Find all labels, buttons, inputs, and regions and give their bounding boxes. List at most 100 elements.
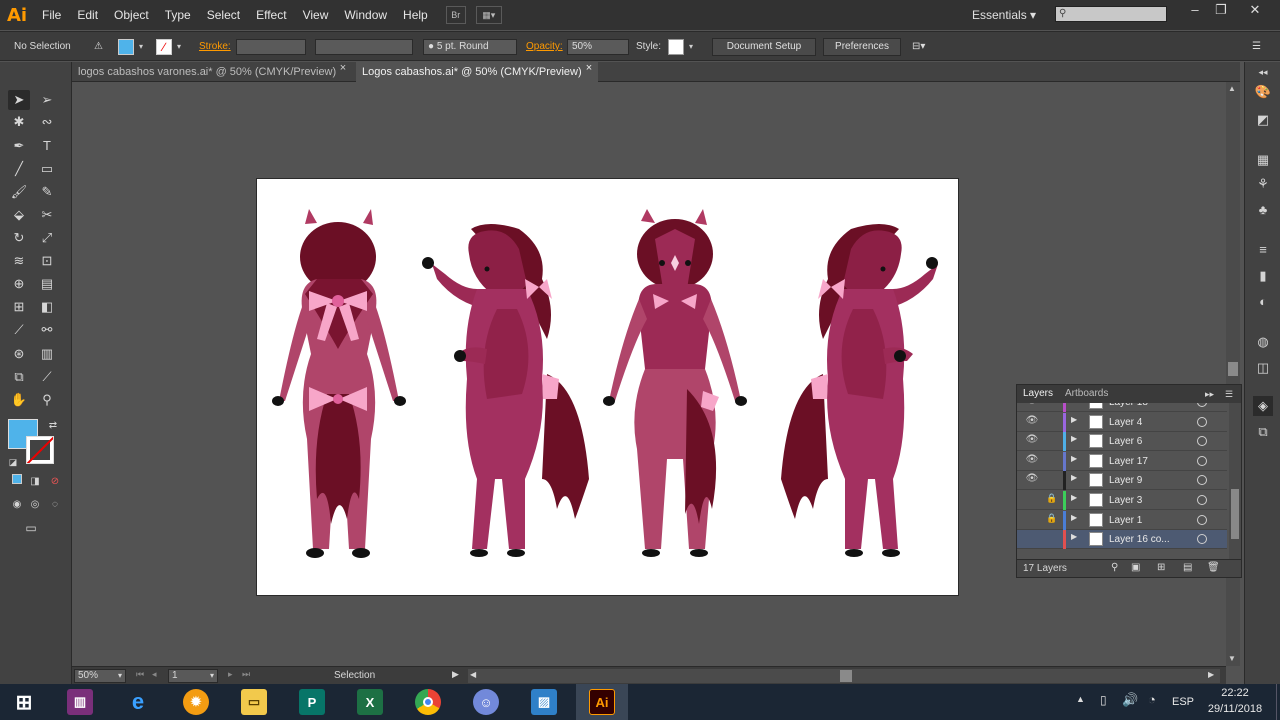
opacity-field[interactable]: 50% bbox=[567, 39, 629, 55]
clock-time[interactable]: 22:22 bbox=[1210, 687, 1260, 699]
document-setup-button[interactable]: Document Setup bbox=[712, 38, 816, 56]
lasso-tool-icon[interactable]: ∾ bbox=[36, 112, 58, 132]
menu-effect[interactable]: Effect bbox=[248, 0, 294, 30]
variable-width-field[interactable] bbox=[315, 39, 413, 55]
clock-date[interactable]: 29/11/2018 bbox=[1202, 703, 1268, 715]
mesh-tool-icon[interactable]: ⊞ bbox=[8, 297, 30, 317]
layer-row[interactable]: ▶ Layer 16 co... bbox=[1017, 530, 1227, 550]
expand-arrow-icon[interactable]: ▶ bbox=[1071, 473, 1081, 482]
close-tab-icon[interactable]: × bbox=[582, 62, 596, 74]
zoom-field[interactable]: 50% ▾ bbox=[74, 669, 126, 683]
taskbar-settings-app[interactable]: ✹ bbox=[170, 684, 222, 720]
fill-swatch[interactable] bbox=[118, 39, 134, 55]
expand-arrow-icon[interactable]: ▶ bbox=[1071, 434, 1081, 443]
make-clipping-mask-icon[interactable]: ▣ bbox=[1131, 562, 1140, 573]
pencil-tool-icon[interactable]: ✎ bbox=[36, 182, 58, 202]
line-tool-icon[interactable]: ╱ bbox=[8, 159, 30, 179]
scale-tool-icon[interactable]: ⤢ bbox=[36, 228, 58, 248]
rotate-tool-icon[interactable]: ↻ bbox=[8, 228, 30, 248]
graphic-styles-panel-icon[interactable]: ◫ bbox=[1253, 358, 1273, 378]
menu-type[interactable]: Type bbox=[157, 0, 199, 30]
collapse-panels-icon[interactable]: ◂◂ bbox=[1253, 62, 1273, 82]
artboard[interactable] bbox=[256, 178, 959, 596]
scroll-right-icon[interactable]: ▶ bbox=[1208, 670, 1214, 679]
layer-row[interactable]: 👁 ▶ Layer 9 bbox=[1017, 471, 1227, 491]
type-tool-icon[interactable]: T bbox=[36, 136, 58, 156]
expand-arrow-icon[interactable]: ▶ bbox=[1071, 532, 1081, 541]
close-icon[interactable]: ✕ bbox=[1240, 0, 1270, 20]
search-input[interactable]: ⚲ bbox=[1055, 6, 1167, 22]
expand-arrow-icon[interactable]: ▶ bbox=[1071, 493, 1081, 502]
transparency-panel-icon[interactable]: ◐ bbox=[1253, 292, 1273, 312]
free-transform-tool-icon[interactable]: ⊡ bbox=[36, 251, 58, 271]
target-circle-icon[interactable] bbox=[1197, 403, 1207, 407]
horizontal-scrollbar[interactable]: ◀ ▶ bbox=[468, 669, 1220, 683]
target-circle-icon[interactable] bbox=[1197, 475, 1207, 486]
workspace-switcher[interactable]: Essentials ▾ bbox=[972, 0, 1036, 30]
layer-row[interactable]: 👁 ▶ Layer 18 bbox=[1017, 403, 1227, 412]
stroke-panel-icon[interactable]: ≡ bbox=[1253, 240, 1273, 260]
appearance-panel-icon[interactable]: ◍ bbox=[1253, 332, 1273, 352]
start-button[interactable]: ⊞ bbox=[0, 684, 48, 720]
selection-tool-icon[interactable]: ➤ bbox=[8, 90, 30, 110]
arrange-documents-icon[interactable]: ▦▾ bbox=[475, 6, 502, 24]
layer-name[interactable]: Layer 9 bbox=[1109, 471, 1142, 490]
lock-icon[interactable]: 🔒 bbox=[1045, 493, 1059, 504]
symbol-sprayer-tool-icon[interactable]: ⊛ bbox=[8, 344, 30, 364]
layers-menu-icon[interactable]: ☰ bbox=[1225, 385, 1233, 403]
volume-icon[interactable]: 🔊 bbox=[1122, 692, 1138, 708]
none-mode-icon[interactable]: ⊘ bbox=[44, 472, 66, 492]
style-swatch[interactable] bbox=[668, 39, 684, 55]
shape-builder-tool-icon[interactable]: ⊕ bbox=[8, 274, 30, 294]
zoom-tool-icon[interactable]: ⚲ bbox=[36, 390, 58, 410]
default-colors-icon[interactable]: ◪ bbox=[2, 452, 24, 472]
layers-scroll-thumb[interactable] bbox=[1231, 489, 1239, 539]
new-sublayer-icon[interactable]: ⊞ bbox=[1157, 562, 1165, 573]
panel-menu-icon[interactable]: ☰ bbox=[1252, 39, 1261, 55]
eyedropper-tool-icon[interactable]: ⟋ bbox=[8, 320, 30, 340]
visibility-eye-icon[interactable]: 👁 bbox=[1025, 454, 1039, 465]
menu-object[interactable]: Object bbox=[106, 0, 157, 30]
layer-name[interactable]: Layer 17 bbox=[1109, 452, 1148, 471]
lock-icon[interactable]: 🔒 bbox=[1045, 513, 1059, 524]
layer-row[interactable]: 👁 ▶ Layer 17 bbox=[1017, 451, 1227, 471]
status-menu-icon[interactable]: ▶ bbox=[452, 669, 459, 680]
input-language[interactable]: ESP bbox=[1172, 684, 1194, 720]
fill-dropdown-icon[interactable]: ▾ bbox=[136, 39, 146, 55]
vertical-scrollbar[interactable]: ▲ ▼ bbox=[1226, 82, 1240, 666]
target-circle-icon[interactable] bbox=[1197, 495, 1207, 505]
next-artboard-icon[interactable]: ▸ bbox=[228, 669, 233, 680]
layer-name[interactable]: Layer 6 bbox=[1109, 432, 1142, 451]
scroll-thumb[interactable] bbox=[1228, 362, 1238, 376]
brushes-panel-icon[interactable]: ⚘ bbox=[1253, 174, 1273, 194]
draw-behind-icon[interactable]: ◎ bbox=[24, 495, 46, 515]
menu-help[interactable]: Help bbox=[395, 0, 436, 30]
new-layer-icon[interactable]: ▤ bbox=[1183, 562, 1192, 573]
last-artboard-icon[interactable]: ⏭ bbox=[242, 669, 250, 680]
visibility-eye-icon[interactable]: 👁 bbox=[1025, 403, 1039, 406]
layers-panel-icon[interactable]: ◈ bbox=[1253, 396, 1273, 416]
menu-edit[interactable]: Edit bbox=[69, 0, 106, 30]
magic-wand-tool-icon[interactable]: ✱ bbox=[8, 112, 30, 132]
artboard-tool-icon[interactable]: ⧉ bbox=[8, 367, 30, 387]
taskbar-chrome[interactable] bbox=[402, 684, 454, 720]
hand-tool-icon[interactable]: ✋ bbox=[8, 390, 30, 410]
scroll-up-icon[interactable]: ▲ bbox=[1228, 84, 1236, 93]
swap-colors-icon[interactable]: ⇄ bbox=[42, 416, 64, 436]
show-hidden-icons[interactable]: ▲ bbox=[1076, 694, 1085, 704]
artboards-panel-icon[interactable]: ⧉ bbox=[1253, 422, 1273, 442]
maximize-icon[interactable]: ❐ bbox=[1206, 0, 1236, 20]
menu-view[interactable]: View bbox=[295, 0, 337, 30]
visibility-eye-icon[interactable]: 👁 bbox=[1025, 473, 1039, 484]
taskbar-discord[interactable]: ☺ bbox=[460, 684, 512, 720]
visibility-eye-icon[interactable]: 👁 bbox=[1025, 415, 1039, 426]
opacity-label[interactable]: Opacity: bbox=[526, 39, 563, 55]
bridge-icon[interactable]: Br bbox=[445, 6, 466, 24]
tab-layers[interactable]: Layers bbox=[1023, 385, 1053, 403]
warp-tool-icon[interactable]: ≋ bbox=[8, 251, 30, 271]
target-circle-icon[interactable] bbox=[1197, 436, 1207, 447]
visibility-eye-icon[interactable]: 👁 bbox=[1025, 434, 1039, 445]
brush-field[interactable]: ● 5 pt. Round bbox=[423, 39, 517, 55]
network-icon[interactable]: ◔ bbox=[1148, 692, 1156, 707]
tab-logos-cabashos-varones[interactable]: logos cabashos varones.ai* @ 50% (CMYK/P… bbox=[72, 62, 356, 82]
